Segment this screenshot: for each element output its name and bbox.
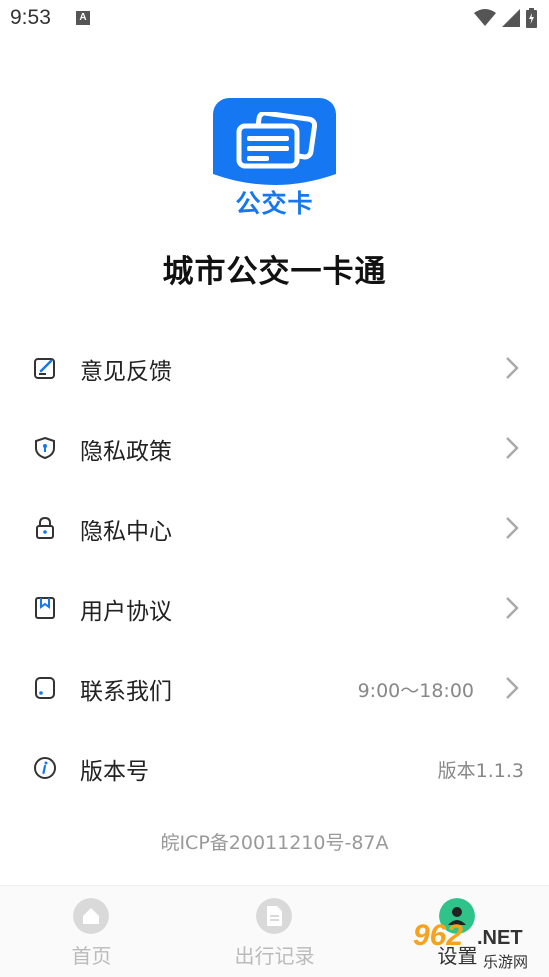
status-icons: [474, 8, 537, 28]
tab-label: 首页: [71, 944, 112, 968]
status-time: 9:53: [10, 6, 51, 29]
menu-label: 用户协议: [80, 599, 172, 625]
menu-label: 意见反馈: [80, 359, 172, 385]
watermark-caption: 乐游网: [483, 953, 529, 971]
watermark-suffix: .NET: [477, 927, 523, 949]
menu-label: 隐私中心: [80, 519, 172, 545]
lock-icon: [36, 516, 54, 539]
chevron-right-icon: [506, 357, 519, 379]
watermark-number: 962: [413, 919, 464, 952]
app-logo: 公交卡: [213, 98, 336, 221]
version-value: 版本1.1.3: [437, 760, 524, 782]
icp-record: 皖ICP备20011210号-87A: [160, 832, 389, 854]
feedback-icon: [34, 358, 55, 379]
menu-item-privacy-center[interactable]: 隐私中心: [0, 488, 549, 568]
app-title: 城市公交一卡通: [162, 254, 387, 290]
menu-label: 联系我们: [80, 679, 172, 705]
phone-icon: [35, 677, 55, 699]
wifi-icon: [474, 9, 496, 26]
menu-item-feedback[interactable]: 意见反馈: [0, 328, 549, 408]
chevron-right-icon: [506, 517, 519, 539]
menu-label: 隐私政策: [80, 439, 172, 465]
home-icon: [73, 898, 109, 934]
signal-icon: [502, 9, 520, 27]
info-icon: [34, 757, 56, 779]
menu-item-contact-us[interactable]: 联系我们 9:00～18:00: [0, 648, 549, 728]
card-icon: [236, 112, 317, 169]
tab-travel-records[interactable]: 出行记录: [183, 886, 366, 977]
shield-icon: [35, 436, 55, 460]
menu-item-privacy-policy[interactable]: 隐私政策: [0, 408, 549, 488]
chevron-right-icon: [506, 437, 519, 459]
tab-label: 出行记录: [234, 944, 315, 968]
menu-item-version: 版本号 版本1.1.3: [0, 728, 549, 808]
tab-home[interactable]: 首页: [0, 886, 183, 977]
battery-icon: [526, 8, 537, 28]
bookmark-icon: [35, 597, 55, 619]
menu-label: 版本号: [80, 759, 149, 785]
logo-text: 公交卡: [235, 189, 314, 218]
menu-item-user-agreement[interactable]: 用户协议: [0, 568, 549, 648]
watermark-logo: 962 .NET 乐游网: [413, 919, 541, 971]
status-bar: 9:53 A: [0, 0, 549, 38]
notification-icon: A: [76, 11, 90, 25]
chevron-right-icon: [506, 597, 519, 619]
document-icon: [256, 898, 292, 934]
contact-hours: 9:00～18:00: [357, 680, 474, 702]
settings-menu: 意见反馈 隐私政策 隐私中心 用户协议 联系我们 9:00～18:00 版本号 …: [0, 328, 549, 808]
chevron-right-icon: [506, 677, 519, 699]
